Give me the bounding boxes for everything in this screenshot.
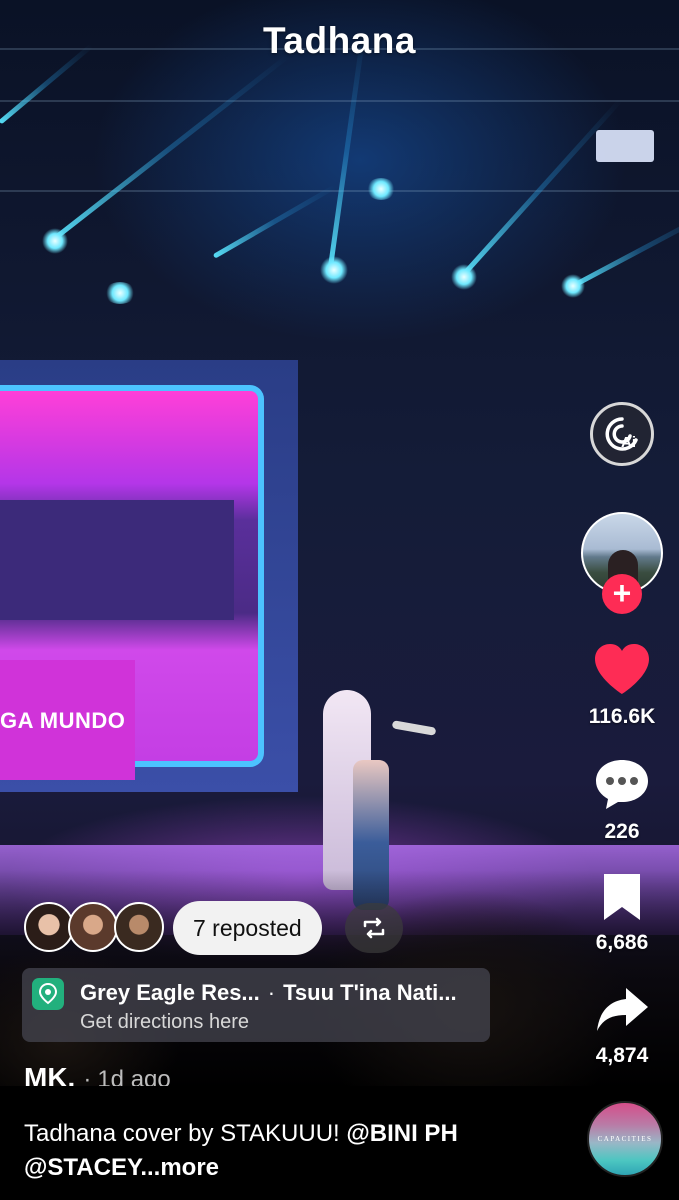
- mention-stacey[interactable]: @STACEY: [24, 1154, 140, 1181]
- lighting-truss: [0, 100, 679, 102]
- bookmark-icon: [604, 874, 640, 920]
- reposted-pill[interactable]: 7 reposted: [173, 901, 322, 955]
- creator-avatar-button[interactable]: +: [581, 512, 663, 614]
- stage-light: [596, 130, 654, 162]
- location-directions: Get directions here: [80, 1011, 249, 1033]
- stage-light: [320, 256, 348, 284]
- repost-avatar: [24, 902, 74, 952]
- stage-light: [561, 274, 585, 298]
- save-button[interactable]: 6,686: [567, 872, 677, 955]
- caption-text: Tadhana cover by STAKUUU!: [24, 1120, 347, 1147]
- ai-icon: Ai: [605, 417, 638, 451]
- follow-button[interactable]: +: [602, 574, 642, 614]
- sound-disc-label: CAPACITIES: [597, 1135, 653, 1143]
- mention-bini[interactable]: @BINI PH: [346, 1120, 457, 1147]
- light-beam: [50, 53, 290, 243]
- stage-light: [451, 264, 477, 290]
- location-primary: Grey Eagle Res...: [80, 980, 260, 1005]
- location-card[interactable]: Grey Eagle Res... · Tsuu T'ina Nati... Get…: [22, 968, 490, 1042]
- svg-text:Ai: Ai: [621, 434, 636, 451]
- comment-count: 226: [604, 820, 640, 843]
- video-feed-screen[interactable]: GA MUNDO Tadhana Ai + 116.6K 226 6,686 4…: [0, 0, 679, 1200]
- share-button[interactable]: 4,874: [567, 985, 677, 1068]
- repost-avatar: [114, 902, 164, 952]
- repost-avatar: [68, 902, 118, 952]
- light-beam: [212, 184, 337, 259]
- stage-light: [42, 228, 68, 254]
- location-name: Grey Eagle Res... · Tsuu T'ina Nati...: [80, 980, 457, 1006]
- location-secondary: Tsuu T'ina Nati...: [283, 980, 457, 1005]
- caption-more[interactable]: ...more: [140, 1154, 219, 1181]
- caption[interactable]: Tadhana cover by STAKUUU! @BINI PH @STAC…: [24, 1117, 564, 1185]
- stage-light: [104, 282, 136, 304]
- light-beam: [568, 210, 679, 290]
- share-count: 4,874: [595, 1044, 649, 1067]
- repost-icon: [363, 917, 385, 939]
- comment-button[interactable]: 226: [567, 757, 677, 844]
- light-beam: [327, 32, 366, 271]
- location-separator: ·: [267, 980, 276, 1005]
- like-count: 116.6K: [588, 705, 656, 728]
- led-screen-caption: GA MUNDO: [0, 660, 135, 780]
- comment-icon: [596, 760, 648, 809]
- save-count: 6,686: [595, 931, 649, 954]
- microphone: [391, 720, 437, 736]
- led-screen-band: [0, 500, 234, 620]
- map-pin-icon: [32, 978, 64, 1010]
- stage-light: [366, 178, 396, 200]
- like-button[interactable]: 116.6K: [567, 642, 677, 729]
- ai-button[interactable]: Ai: [590, 402, 654, 466]
- repost-button[interactable]: [345, 903, 403, 953]
- share-arrow-icon: [597, 988, 648, 1031]
- sound-disc[interactable]: CAPACITIES: [587, 1101, 663, 1177]
- heart-icon: [595, 644, 649, 694]
- video-title: Tadhana: [263, 20, 416, 61]
